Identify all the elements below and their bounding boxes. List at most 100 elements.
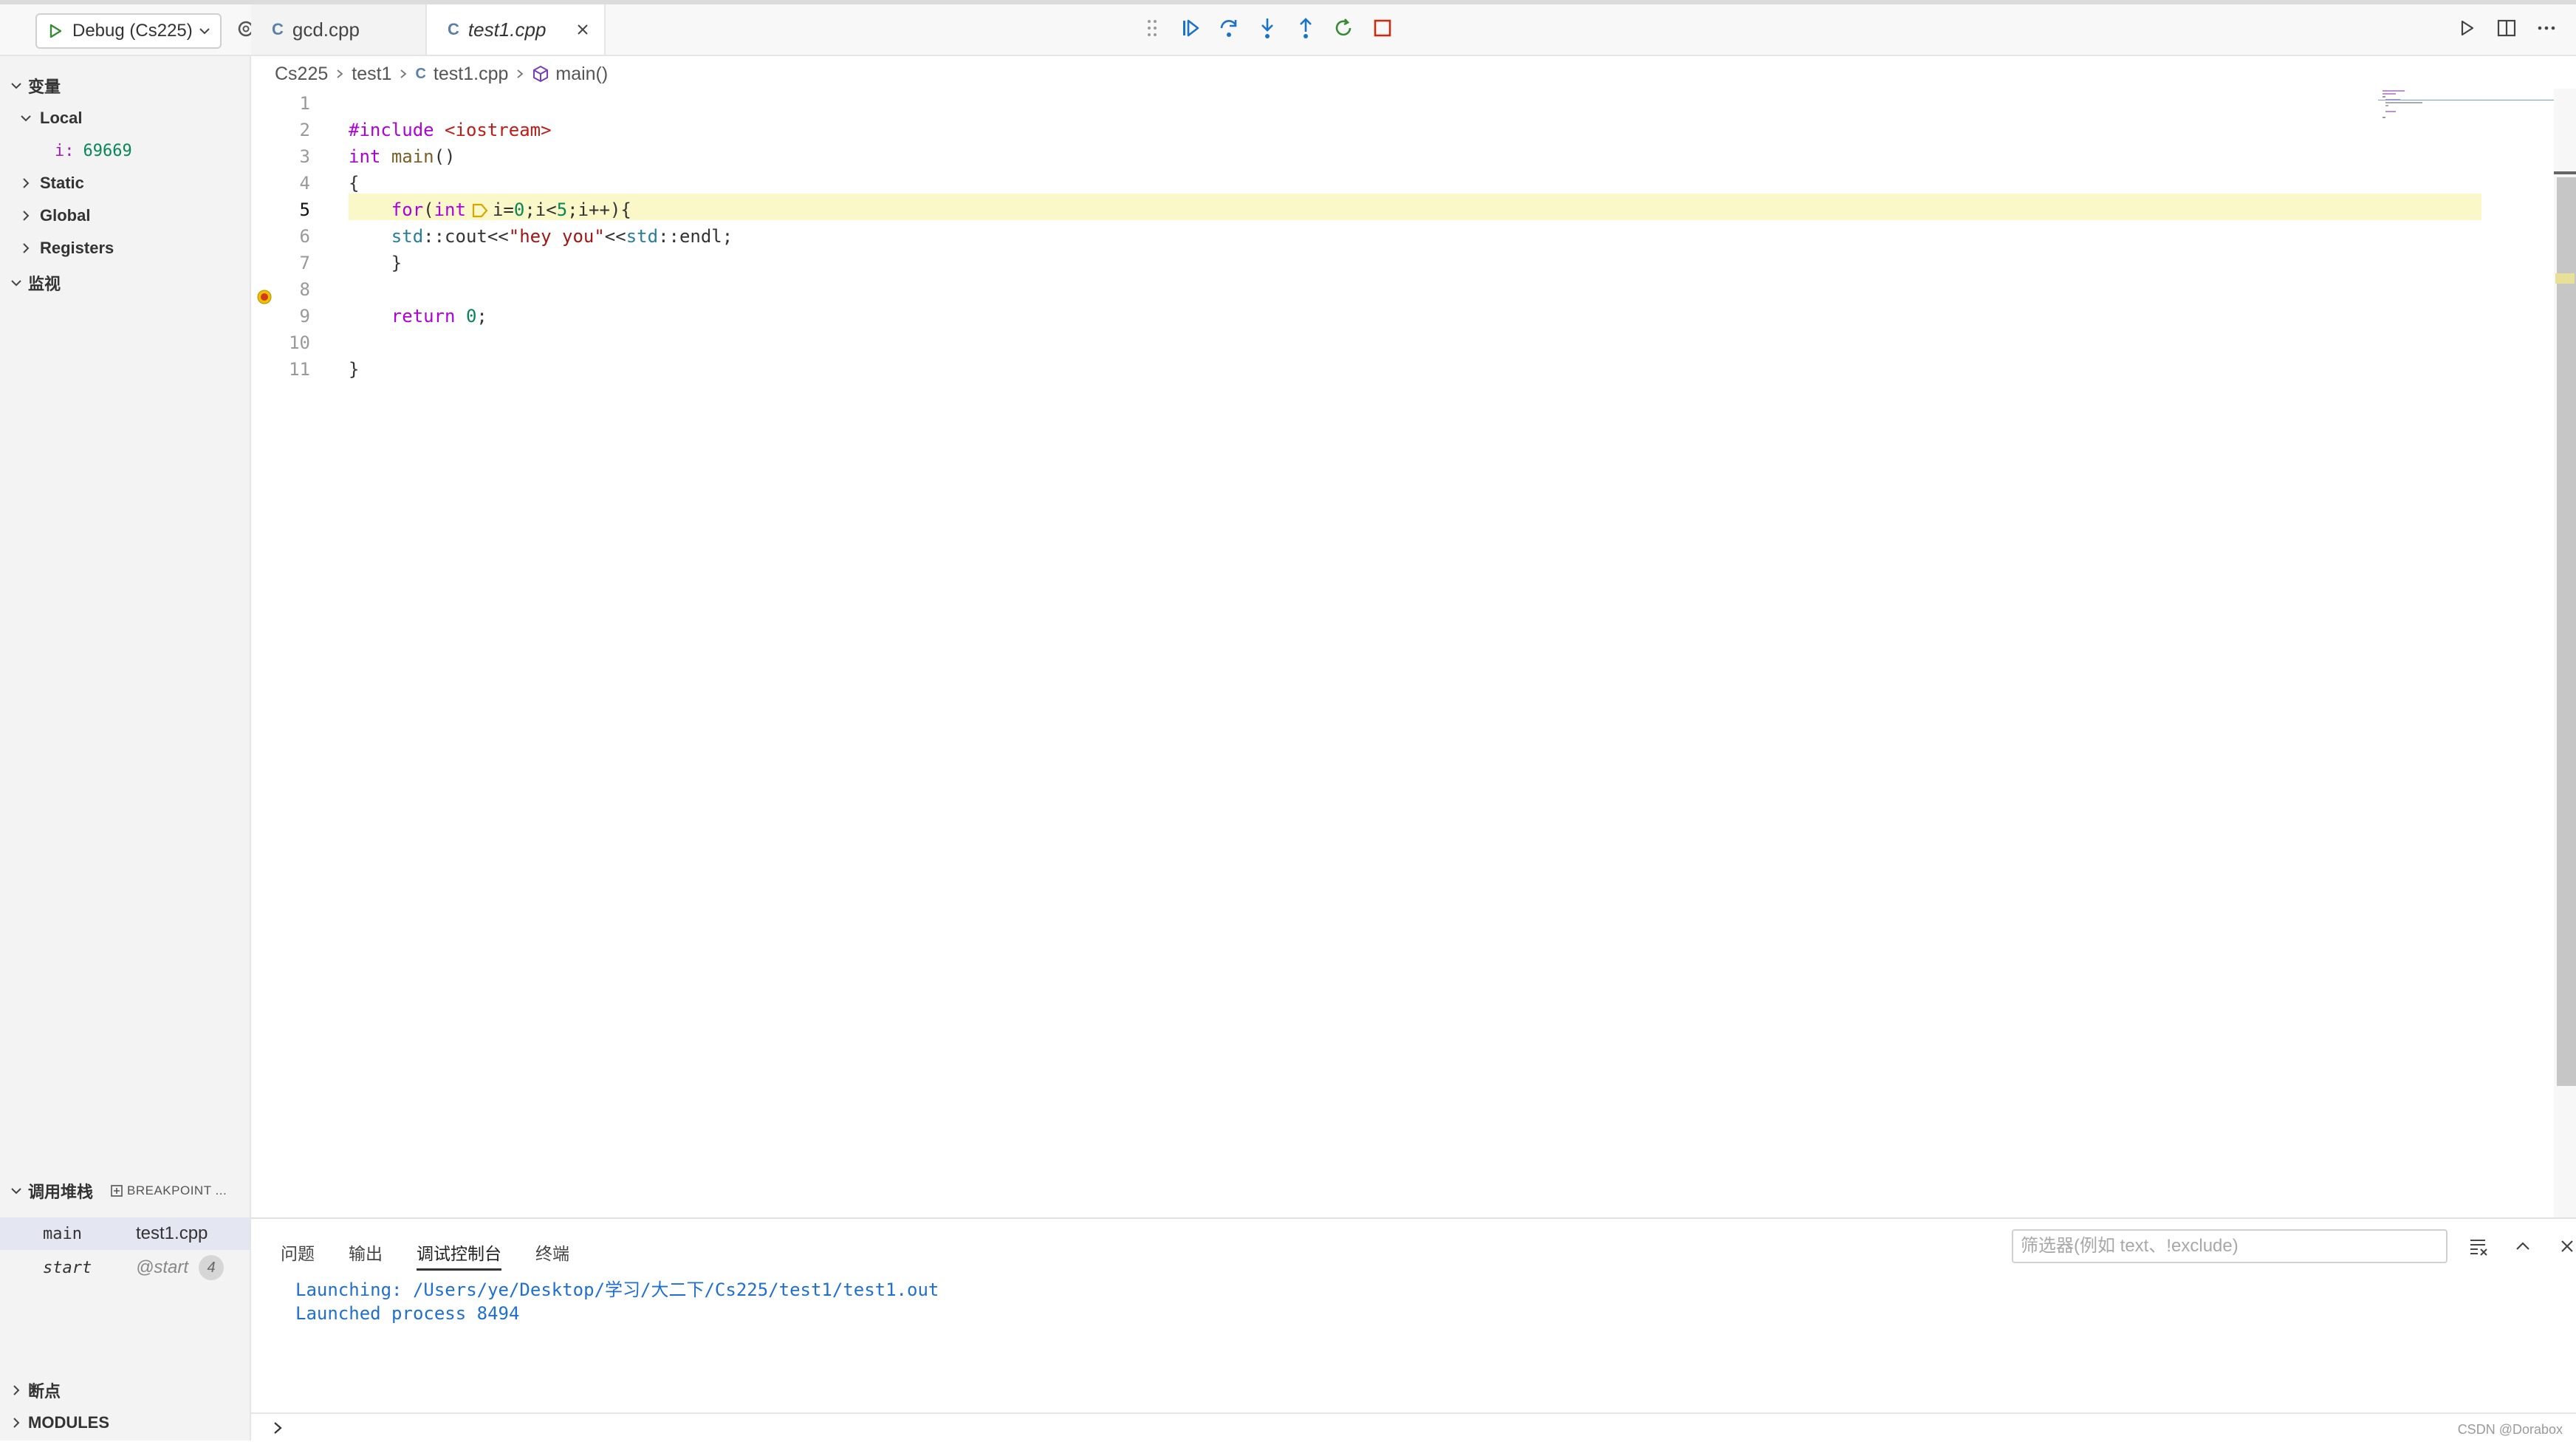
chevron-down-icon	[4, 271, 28, 295]
inline-breakpoint-icon[interactable]	[470, 201, 490, 220]
tab-problems[interactable]: 问题	[281, 1234, 315, 1271]
variable-row-i[interactable]: i: 69669	[55, 136, 132, 165]
stack-frame-start[interactable]: start @start 4	[0, 1251, 250, 1284]
debug-console-output: Launching: /Users/ye/Desktop/学习/大二下/Cs22…	[295, 1278, 939, 1325]
frame-source: test1.cpp	[136, 1223, 208, 1243]
line-code: }	[349, 253, 402, 273]
debug-console-input[interactable]	[251, 1412, 2576, 1442]
tab-test1-cpp[interactable]: C test1.cpp	[427, 4, 606, 55]
title-bar: Debug (Cs225) C gcd.cpp C test1.cpp	[0, 0, 2576, 56]
step-over-icon[interactable]	[1213, 12, 1245, 44]
console-filter-input[interactable]	[2012, 1229, 2447, 1263]
variables-section-header[interactable]: 变量	[0, 71, 250, 100]
chevron-right-icon	[267, 1418, 288, 1438]
stop-icon[interactable]	[1366, 12, 1399, 44]
tab-label: gcd.cpp	[292, 18, 360, 41]
panel-tabs: 问题 输出 调试控制台 终端	[281, 1234, 569, 1271]
cpp-file-icon: C	[448, 20, 459, 38]
collapse-all-icon	[111, 1185, 123, 1197]
debug-config-select[interactable]: Debug (Cs225)	[35, 13, 222, 49]
line-code: }	[349, 359, 360, 380]
breadcrumb-item-file[interactable]: test1.cpp	[434, 64, 508, 85]
restart-icon[interactable]	[1328, 12, 1360, 44]
chevron-down-icon	[4, 74, 28, 98]
debug-toolbar	[1136, 12, 1399, 44]
maximize-panel-icon[interactable]	[2508, 1231, 2538, 1261]
breakpoints-section-header[interactable]: 断点	[0, 1376, 250, 1405]
variables-title: 变量	[28, 78, 61, 96]
run-icon[interactable]	[2452, 12, 2481, 44]
watermark: CSDN @Dorabox	[2457, 1422, 2563, 1437]
code-editor[interactable]: 1 2 #include <iostream> 3 int main() 4 {…	[251, 90, 2555, 477]
debug-sidebar: 变量 Local i: 69669 Static Global Register…	[0, 56, 251, 1441]
cpp-file-icon: C	[415, 65, 426, 82]
line-code: #include <iostream>	[349, 120, 552, 140]
breadcrumb-item-test1[interactable]: test1	[352, 64, 391, 85]
line-number: 5	[299, 199, 310, 220]
line-number: 6	[299, 226, 310, 247]
chevron-right-icon	[334, 68, 346, 80]
line-number: 7	[299, 253, 310, 273]
call-stack-title: 调用堆栈	[28, 1183, 94, 1201]
gear-icon[interactable]	[235, 18, 251, 40]
modules-title: MODULES	[28, 1413, 109, 1432]
tab-terminal[interactable]: 终端	[535, 1234, 569, 1271]
scrollbar-thumb[interactable]	[2557, 177, 2576, 1086]
stack-frame-main[interactable]: main test1.cpp	[0, 1217, 250, 1250]
code-line: 2 #include <iostream>	[251, 117, 2378, 143]
bottom-panel: 问题 输出 调试控制台 终端 Launching: /Users/ye/Desk…	[251, 1217, 2576, 1441]
tab-gcd-cpp[interactable]: C gcd.cpp	[251, 4, 427, 55]
console-line: Launching: /Users/ye/Desktop/学习/大二下/Cs22…	[295, 1279, 939, 1300]
start-debugging-icon[interactable]	[44, 20, 66, 42]
frame-function: start	[43, 1258, 92, 1277]
watch-section-header[interactable]: 监视	[0, 268, 250, 298]
frame-count-badge: 4	[199, 1255, 225, 1280]
watch-title: 监视	[28, 275, 61, 293]
minimap[interactable]	[2378, 89, 2555, 133]
split-editor-icon[interactable]	[2492, 12, 2521, 44]
chevron-right-icon	[15, 205, 37, 227]
cpp-file-icon: C	[272, 20, 284, 38]
chevron-right-icon	[514, 68, 526, 80]
breadcrumb-item-symbol[interactable]: main()	[555, 64, 608, 85]
scope-label: Local	[40, 109, 83, 127]
step-out-icon[interactable]	[1289, 12, 1322, 44]
code-line: 4 {	[251, 170, 2378, 197]
tab-output[interactable]: 输出	[349, 1234, 383, 1271]
modules-section-header[interactable]: MODULES	[0, 1408, 250, 1438]
line-number: 9	[299, 306, 310, 327]
code-line: 11 }	[251, 356, 2378, 383]
line-number: 3	[299, 146, 310, 167]
code-line: 1	[251, 90, 2378, 117]
code-line: 10	[251, 329, 2378, 356]
line-number: 2	[299, 120, 310, 140]
line-number: 1	[299, 93, 310, 114]
console-line: Launched process 8494	[295, 1303, 520, 1324]
scope-label: Global	[40, 206, 91, 225]
code-line: 3 int main()	[251, 143, 2378, 170]
line-number: 4	[299, 173, 310, 194]
close-icon[interactable]	[2552, 1231, 2576, 1261]
drag-handle-icon[interactable]	[1136, 12, 1168, 44]
tab-label: test1.cpp	[467, 18, 547, 41]
more-icon[interactable]	[2532, 12, 2561, 44]
tab-debug-console[interactable]: 调试控制台	[417, 1234, 501, 1271]
chevron-down-icon[interactable]	[193, 20, 216, 42]
line-code: {	[349, 173, 360, 194]
scrollbar-highlight-marker	[2555, 273, 2575, 284]
call-stack-section-header[interactable]: 调用堆栈 BREAKPOINT ...	[0, 1176, 250, 1206]
panel-actions	[2464, 1229, 2576, 1263]
breakpoint-tab-label: BREAKPOINT ...	[127, 1183, 227, 1197]
tree-static[interactable]: Static	[15, 168, 84, 198]
close-icon[interactable]	[573, 20, 592, 39]
tree-global[interactable]: Global	[15, 201, 90, 230]
tree-local[interactable]: Local	[15, 103, 82, 133]
breakpoint-tab[interactable]: BREAKPOINT ...	[111, 1183, 227, 1198]
editor-scrollbar[interactable]	[2554, 89, 2576, 1217]
tree-registers[interactable]: Registers	[15, 233, 114, 263]
breadcrumb-item-cs225[interactable]: Cs225	[275, 64, 328, 85]
continue-icon[interactable]	[1174, 12, 1207, 44]
step-into-icon[interactable]	[1251, 12, 1284, 44]
clear-console-icon[interactable]	[2464, 1231, 2493, 1261]
line-code: return 0;	[391, 306, 487, 327]
